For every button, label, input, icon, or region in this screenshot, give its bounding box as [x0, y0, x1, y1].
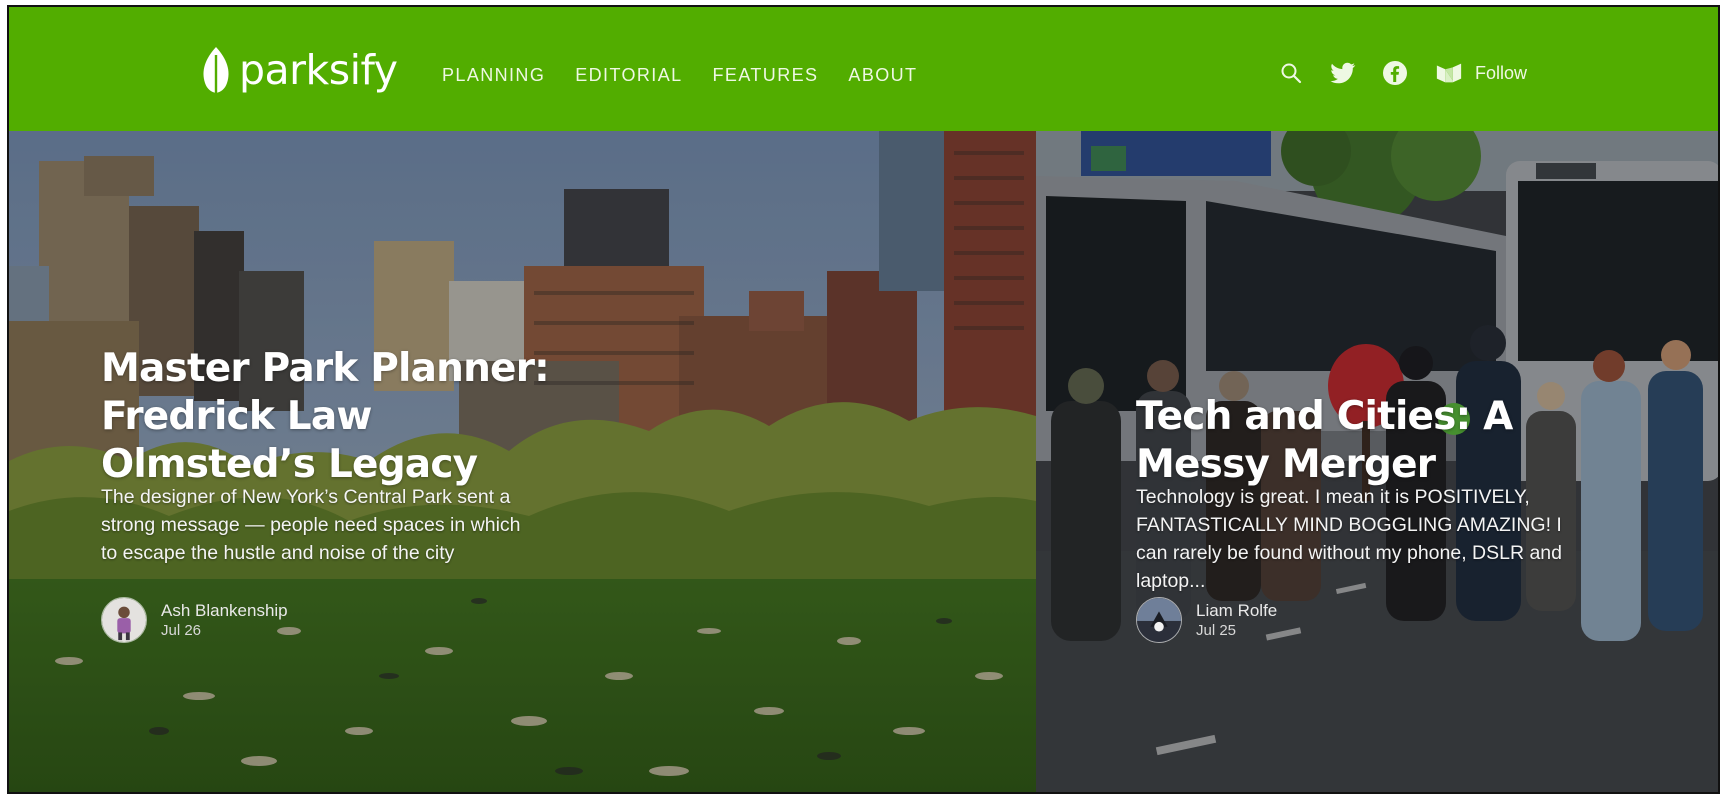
brand-name: parksify	[239, 45, 398, 94]
author-avatar[interactable]	[101, 597, 147, 643]
nav-item-features[interactable]: FEATURES	[713, 65, 819, 86]
nav-item-planning[interactable]: PLANNING	[442, 65, 545, 86]
author-avatar[interactable]	[1136, 597, 1182, 643]
nav-item-editorial[interactable]: EDITORIAL	[575, 65, 682, 86]
post-excerpt: The designer of New York’s Central Park …	[101, 486, 521, 564]
site-header: parksify PLANNING EDITORIAL FEATURES ABO…	[9, 7, 1718, 131]
main-nav: PLANNING EDITORIAL FEATURES ABOUT	[442, 65, 917, 86]
facebook-icon[interactable]	[1381, 59, 1409, 87]
featured-post-card[interactable]: Tech and Cities: A Messy Merger Technolo…	[1036, 131, 1718, 792]
twitter-icon[interactable]	[1329, 59, 1357, 87]
follow-on-medium-button[interactable]: Follow	[1435, 59, 1527, 87]
nav-item-about[interactable]: ABOUT	[848, 65, 917, 86]
search-icon[interactable]	[1277, 59, 1305, 87]
post-title[interactable]: Master Park Planner: Fredrick Law Olmste…	[101, 345, 561, 489]
leaf-logo-icon	[203, 47, 229, 93]
follow-label: Follow	[1475, 62, 1528, 83]
author-name[interactable]: Ash Blankenship	[161, 600, 288, 621]
post-author: Liam Rolfe Jul 25	[1136, 597, 1277, 643]
author-name[interactable]: Liam Rolfe	[1196, 600, 1277, 621]
header-tools: Follow	[1277, 59, 1527, 87]
post-author: Ash Blankenship Jul 26	[101, 597, 288, 643]
post-date: Jul 26	[161, 621, 202, 639]
featured-posts: Master Park Planner: Fredrick Law Olmste…	[9, 131, 1718, 792]
post-excerpt: Technology is great. I mean it is POSITI…	[1136, 486, 1563, 592]
post-date: Jul 25	[1196, 621, 1237, 639]
featured-post-card[interactable]: Master Park Planner: Fredrick Law Olmste…	[9, 131, 1036, 792]
medium-icon	[1435, 59, 1463, 87]
post-title[interactable]: Tech and Cities: A Messy Merger	[1136, 393, 1586, 489]
browser-viewport: parksify PLANNING EDITORIAL FEATURES ABO…	[7, 5, 1720, 794]
parksify-logo[interactable]: parksify	[201, 45, 398, 95]
